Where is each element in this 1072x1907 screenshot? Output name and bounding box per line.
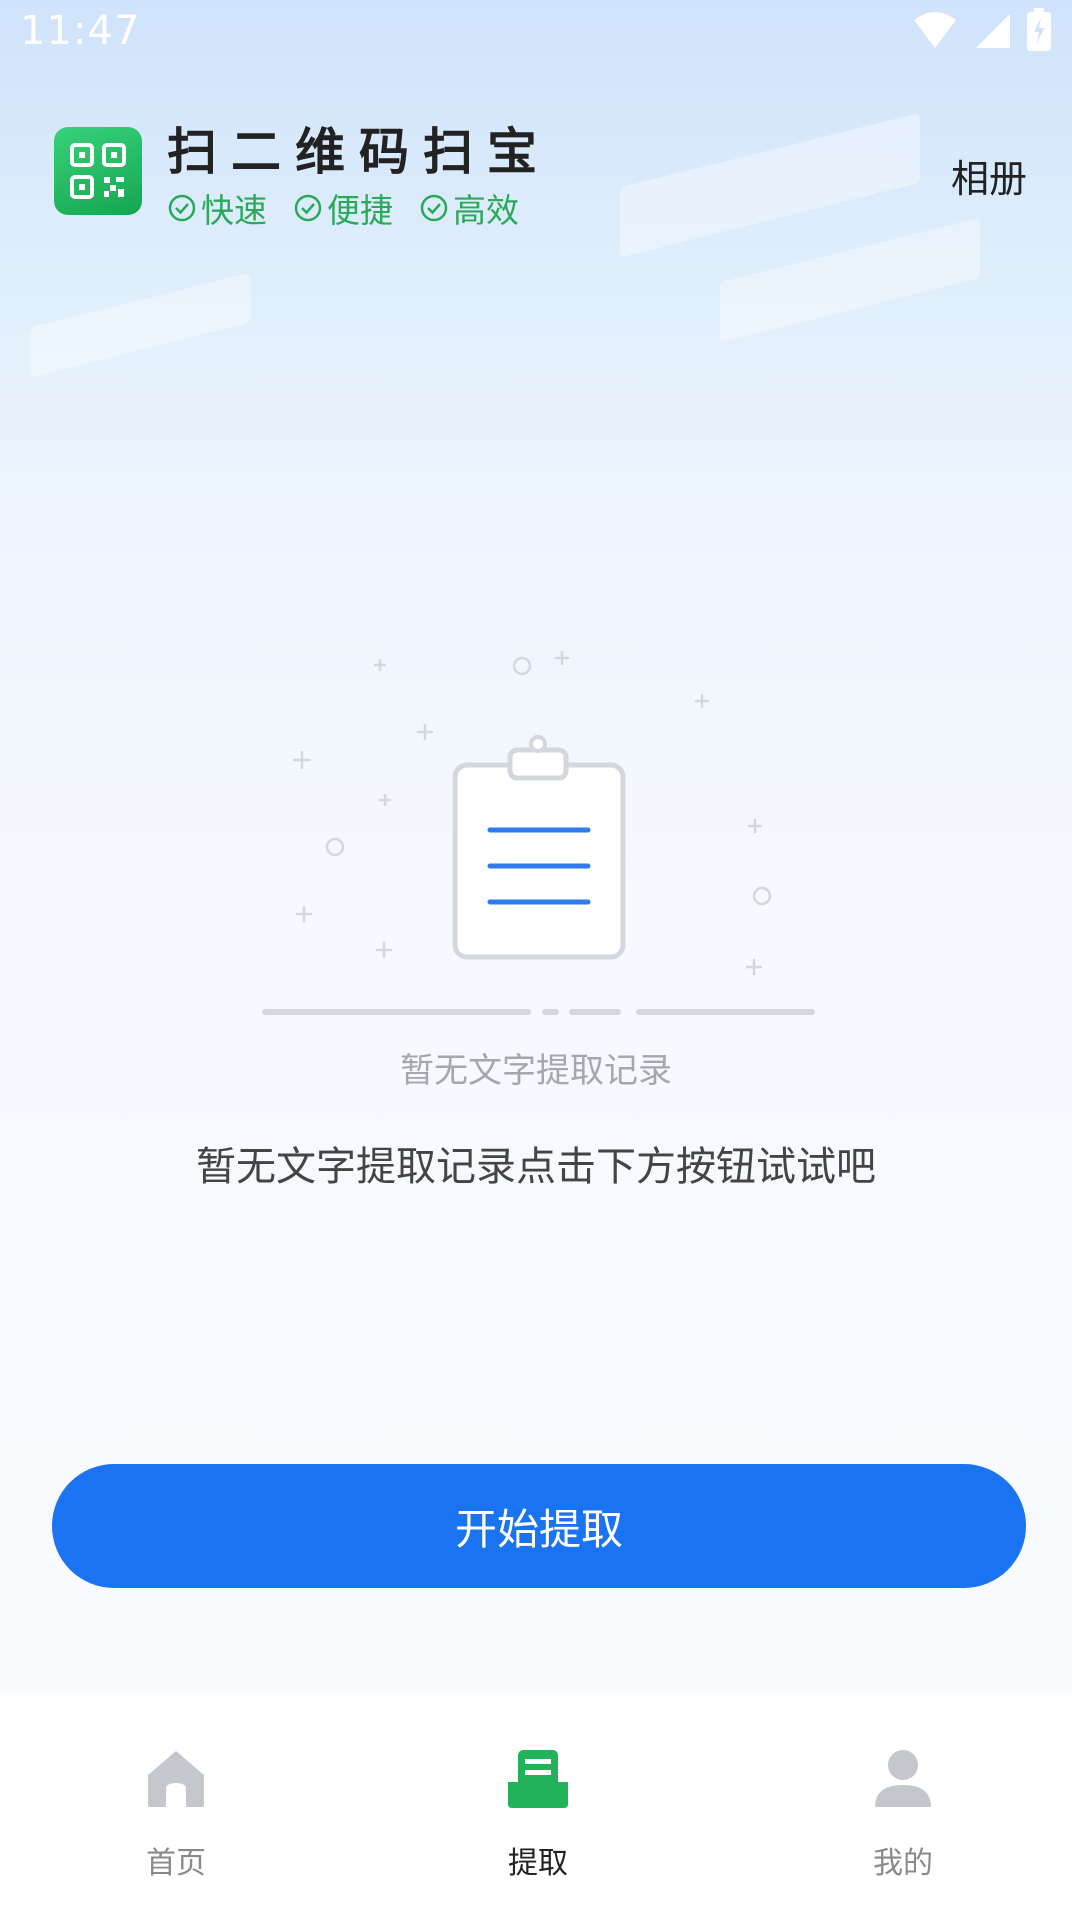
background-decoration [620,112,920,258]
start-extract-button[interactable]: 开始提取 [52,1464,1026,1588]
feature-tags: 快速 便捷 高效 [167,184,519,232]
signal-icon [976,14,1010,48]
feature-tag: 快速 [167,184,267,232]
qr-code-icon [70,143,126,199]
wifi-icon [914,12,956,48]
battery-icon [1027,8,1051,51]
home-icon [148,1751,204,1807]
feature-tag: 便捷 [293,184,393,232]
status-time: 11:47 [20,8,141,54]
nav-item-home[interactable]: 首页 [76,1742,276,1882]
profile-icon [875,1750,931,1807]
feature-tag: 高效 [419,184,519,232]
background-decoration [720,217,980,343]
bottom-nav: 首页 提取 我的 [0,1702,1072,1907]
feature-tag-label: 便捷 [327,191,393,230]
nav-label-home: 首页 [146,1846,206,1881]
check-circle-icon [420,194,448,222]
status-icons [912,8,1052,52]
empty-hint: 暂无文字提取记录点击下方按钮试试吧 [196,1144,876,1190]
status-bar: 11:47 [0,0,1072,64]
nav-label-profile: 我的 [873,1846,933,1881]
app-title: 扫二维码扫宝 [167,123,551,181]
nav-label-extract: 提取 [508,1846,568,1881]
check-circle-icon [168,194,196,222]
app-logo [54,127,142,215]
feature-tag-label: 快速 [201,191,267,230]
album-button[interactable]: 相册 [951,148,1027,203]
empty-clipboard-illustration [262,650,815,1015]
check-circle-icon [294,194,322,222]
nav-item-profile[interactable]: 我的 [803,1742,1003,1882]
empty-caption: 暂无文字提取记录 [400,1051,672,1091]
background-decoration [30,272,250,378]
extract-icon [508,1750,568,1808]
feature-tag-label: 高效 [453,191,519,230]
nav-item-extract[interactable]: 提取 [438,1742,638,1882]
